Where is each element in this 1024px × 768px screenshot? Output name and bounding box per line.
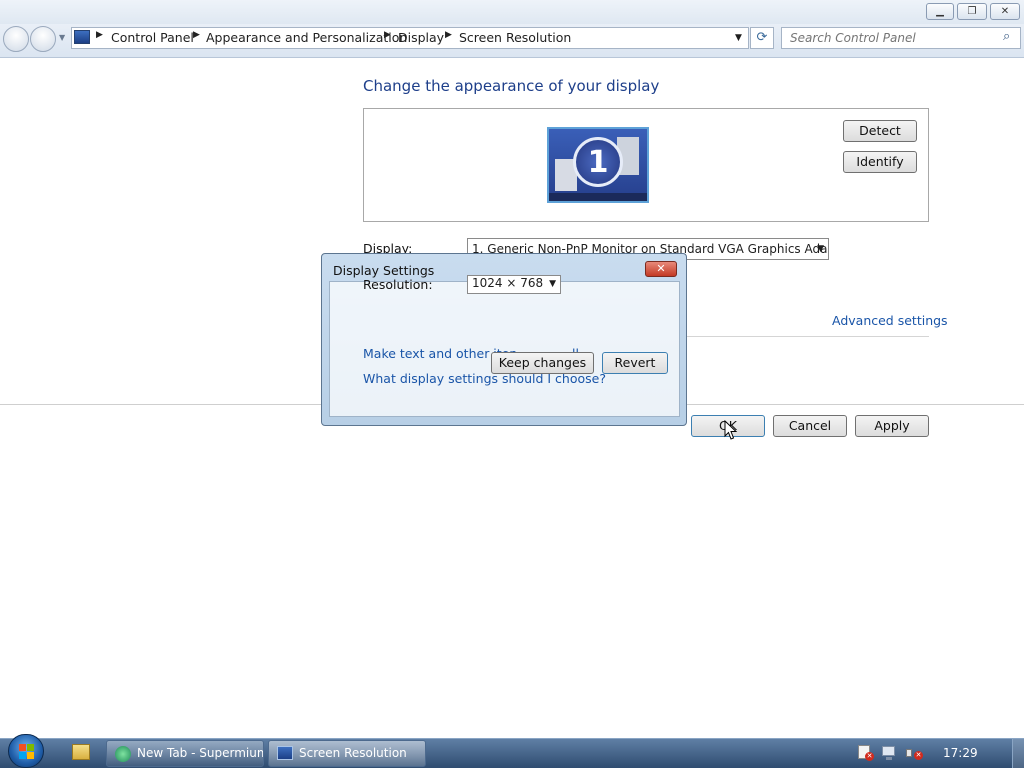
windows-logo-icon (19, 744, 35, 759)
back-button[interactable] (3, 26, 29, 52)
revert-button[interactable]: Revert (602, 352, 668, 374)
breadcrumb-separator-icon: ▶ (96, 30, 103, 40)
apply-button[interactable]: Apply (855, 415, 929, 437)
breadcrumb-appearance[interactable]: Appearance and Personalization (206, 30, 407, 45)
taskbar-item-label: Screen Resolution (299, 746, 407, 760)
resolution-select-value: 1024 × 768 (472, 276, 544, 290)
restore-icon: ❐ (967, 6, 977, 17)
control-panel-icon (277, 746, 293, 760)
breadcrumb-display[interactable]: Display (398, 30, 444, 45)
forward-button[interactable] (30, 26, 56, 52)
file-explorer-icon[interactable] (72, 744, 90, 760)
detect-button[interactable]: Detect (843, 120, 917, 142)
breadcrumb-control-panel[interactable]: Control Panel (111, 30, 194, 45)
minimize-button[interactable]: ▁ (926, 3, 954, 20)
recent-pages-icon[interactable]: ▼ (59, 33, 65, 42)
chevron-down-icon: ▼ (817, 244, 824, 254)
dialog-title: Display Settings (333, 263, 435, 278)
breadcrumb-separator-icon: ▶ (445, 30, 452, 40)
monitor-number-badge: 1 (573, 137, 623, 187)
chevron-down-icon: ▼ (549, 279, 556, 289)
control-panel-icon (74, 30, 90, 44)
action-center-icon[interactable]: ✕ (858, 745, 874, 761)
search-icon[interactable]: ⌕ (1003, 29, 1010, 44)
page-title: Change the appearance of your display (363, 77, 660, 95)
start-button[interactable] (8, 734, 44, 768)
advanced-settings-link[interactable]: Advanced settings (832, 313, 948, 328)
breadcrumb-screen-resolution[interactable]: Screen Resolution (459, 30, 571, 45)
resolution-select[interactable]: 1024 × 768 ▼ (467, 275, 561, 294)
monitor-1-preview[interactable]: 1 (547, 127, 649, 203)
dialog-close-button[interactable]: ✕ (645, 261, 677, 277)
taskbar-item-label: New Tab - Supermium (137, 746, 264, 760)
browser-icon (115, 746, 131, 762)
taskbar-clock[interactable]: 17:29 (943, 746, 978, 760)
window-title-bar (0, 0, 1024, 24)
refresh-icon: ⟳ (756, 30, 768, 45)
resolution-label: Resolution: (363, 277, 433, 292)
address-dropdown-icon[interactable]: ▼ (735, 33, 742, 43)
network-icon[interactable] (882, 745, 898, 761)
close-icon: ✕ (1000, 6, 1010, 17)
minimize-icon: ▁ (936, 6, 944, 17)
breadcrumb-separator-icon: ▶ (193, 30, 200, 40)
show-desktop-button[interactable] (1012, 739, 1024, 768)
mouse-cursor-icon (724, 420, 738, 440)
search-input[interactable] (781, 27, 1021, 49)
keep-changes-button[interactable]: Keep changes (491, 352, 594, 374)
restore-button[interactable]: ❐ (957, 3, 987, 20)
identify-button[interactable]: Identify (843, 151, 917, 173)
refresh-button[interactable]: ⟳ (750, 27, 774, 49)
taskbar-item-supermium[interactable]: New Tab - Supermium (106, 740, 264, 767)
close-icon: ✕ (656, 262, 666, 275)
cancel-button[interactable]: Cancel (773, 415, 847, 437)
monitor-taskbar-preview (549, 193, 647, 201)
breadcrumb-separator-icon: ▶ (384, 30, 391, 40)
volume-muted-icon[interactable]: ✕ (906, 745, 923, 761)
close-window-button[interactable]: ✕ (990, 3, 1020, 20)
taskbar-item-screen-resolution[interactable]: Screen Resolution (268, 740, 426, 767)
